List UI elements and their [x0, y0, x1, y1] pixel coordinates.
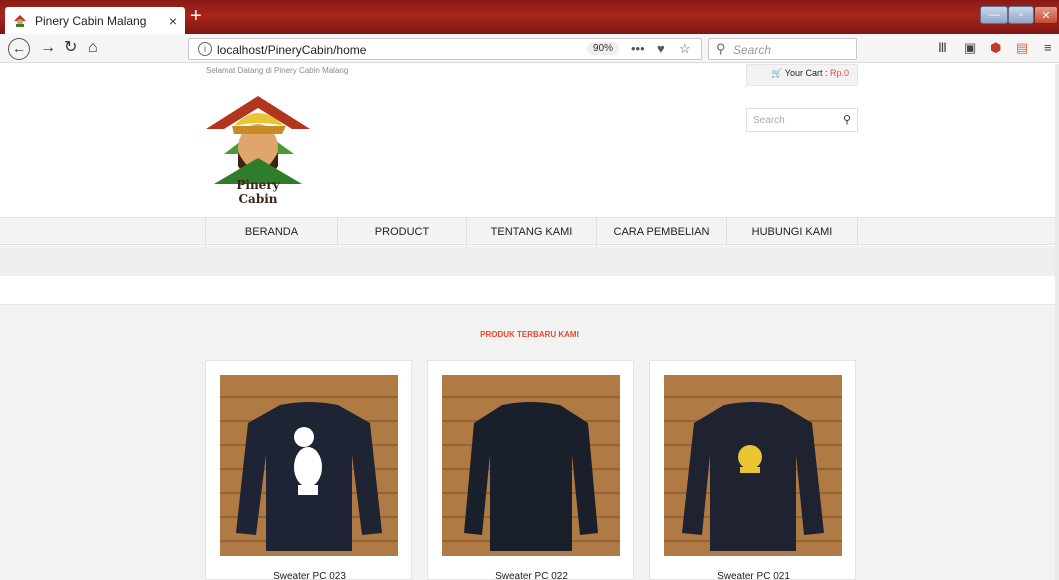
tab-title: Pinery Cabin Malang [35, 13, 147, 28]
browser-search-placeholder: Search [733, 43, 772, 57]
site-favicon [14, 14, 26, 27]
menu-item-beranda[interactable]: BERANDA [205, 218, 337, 246]
library-icon[interactable]: Ⅲ [938, 40, 947, 56]
product-image[interactable] [442, 375, 620, 556]
logo-text-top: Pinery [236, 178, 280, 192]
product-card[interactable]: Sweater PC 023 [205, 360, 412, 580]
info-icon[interactable]: i [198, 42, 212, 56]
cart-button[interactable]: 🛒 Your Cart : Rp.0 [746, 64, 858, 86]
new-tab-button[interactable]: + [190, 5, 202, 27]
url-text[interactable]: localhost/PineryCabin/home [217, 43, 366, 57]
main-menu: BERANDA PRODUCT TENTANG KAMI CARA PEMBEL… [0, 217, 1059, 246]
forward-arrow-icon[interactable]: → [40, 39, 56, 57]
menu-item-product[interactable]: PRODUCT [337, 218, 466, 246]
section-title: PRODUK TERBARU KAMI [480, 330, 579, 339]
url-bar[interactable]: i localhost/PineryCabin/home 90% ••• ♥ ☆ [188, 38, 702, 60]
browser-nav-bar: ← → ↻ ⌂ i localhost/PineryCabin/home 90%… [0, 34, 1059, 63]
product-name[interactable]: Sweater PC 023 [206, 571, 413, 580]
close-tab-icon[interactable]: × [169, 13, 177, 29]
back-arrow-icon[interactable]: ← [8, 38, 30, 60]
product-card[interactable]: Sweater PC 021 [649, 360, 856, 580]
logo-text-bottom: Cabin [239, 192, 278, 206]
site-search-input[interactable]: Search ⚲ [746, 108, 858, 132]
maximize-button[interactable]: ▫ [1008, 6, 1034, 24]
product-name[interactable]: Sweater PC 022 [428, 571, 635, 580]
search-icon: ⚲ [716, 41, 726, 56]
home-icon[interactable]: ⌂ [88, 39, 98, 57]
site-logo[interactable]: Pinery Cabin [204, 94, 312, 208]
pocket-icon[interactable]: ♥ [657, 41, 665, 56]
bookmark-star-icon[interactable]: ☆ [679, 41, 691, 57]
reload-icon[interactable]: ↻ [64, 39, 77, 57]
page-actions-icon[interactable]: ••• [631, 41, 645, 56]
product-name[interactable]: Sweater PC 021 [650, 571, 857, 580]
sidebar-icon[interactable]: ▣ [964, 40, 976, 56]
welcome-text: Selamat Datang di Pinery Cabin Malang [206, 66, 349, 75]
menu-icon[interactable]: ≡ [1044, 40, 1052, 55]
cart-label: Your Cart : [784, 68, 828, 78]
breadcrumb-band [0, 246, 1059, 276]
zoom-level[interactable]: 90% [587, 42, 620, 55]
minimize-button[interactable]: — [980, 6, 1008, 24]
menu-item-hubungi-kami[interactable]: HUBUNGI KAMI [726, 218, 858, 246]
browser-tab-bar: Pinery Cabin Malang × + — ▫ ✕ [0, 0, 1059, 34]
page-scrollbar[interactable] [1055, 64, 1059, 580]
cart-icon: 🛒 [771, 68, 783, 78]
menu-item-tentang-kami[interactable]: TENTANG KAMI [466, 218, 596, 246]
extension-icon[interactable]: ▤ [1016, 40, 1028, 56]
product-image[interactable] [664, 375, 842, 556]
browser-tab[interactable]: Pinery Cabin Malang × [5, 7, 185, 34]
menu-item-cara-pembelian[interactable]: CARA PEMBELIAN [596, 218, 726, 246]
site-search-icon[interactable]: ⚲ [843, 113, 851, 126]
site-search-placeholder: Search [753, 115, 785, 126]
close-window-button[interactable]: ✕ [1034, 6, 1058, 24]
cart-amount: Rp.0 [829, 68, 849, 78]
product-image[interactable] [220, 375, 398, 556]
ublock-icon[interactable]: ⬢ [990, 40, 1001, 56]
product-card[interactable]: Sweater PC 022 [427, 360, 634, 580]
browser-search-input[interactable]: ⚲ Search [708, 38, 857, 60]
page-content: Selamat Datang di Pinery Cabin Malang 🛒 … [0, 64, 1059, 580]
